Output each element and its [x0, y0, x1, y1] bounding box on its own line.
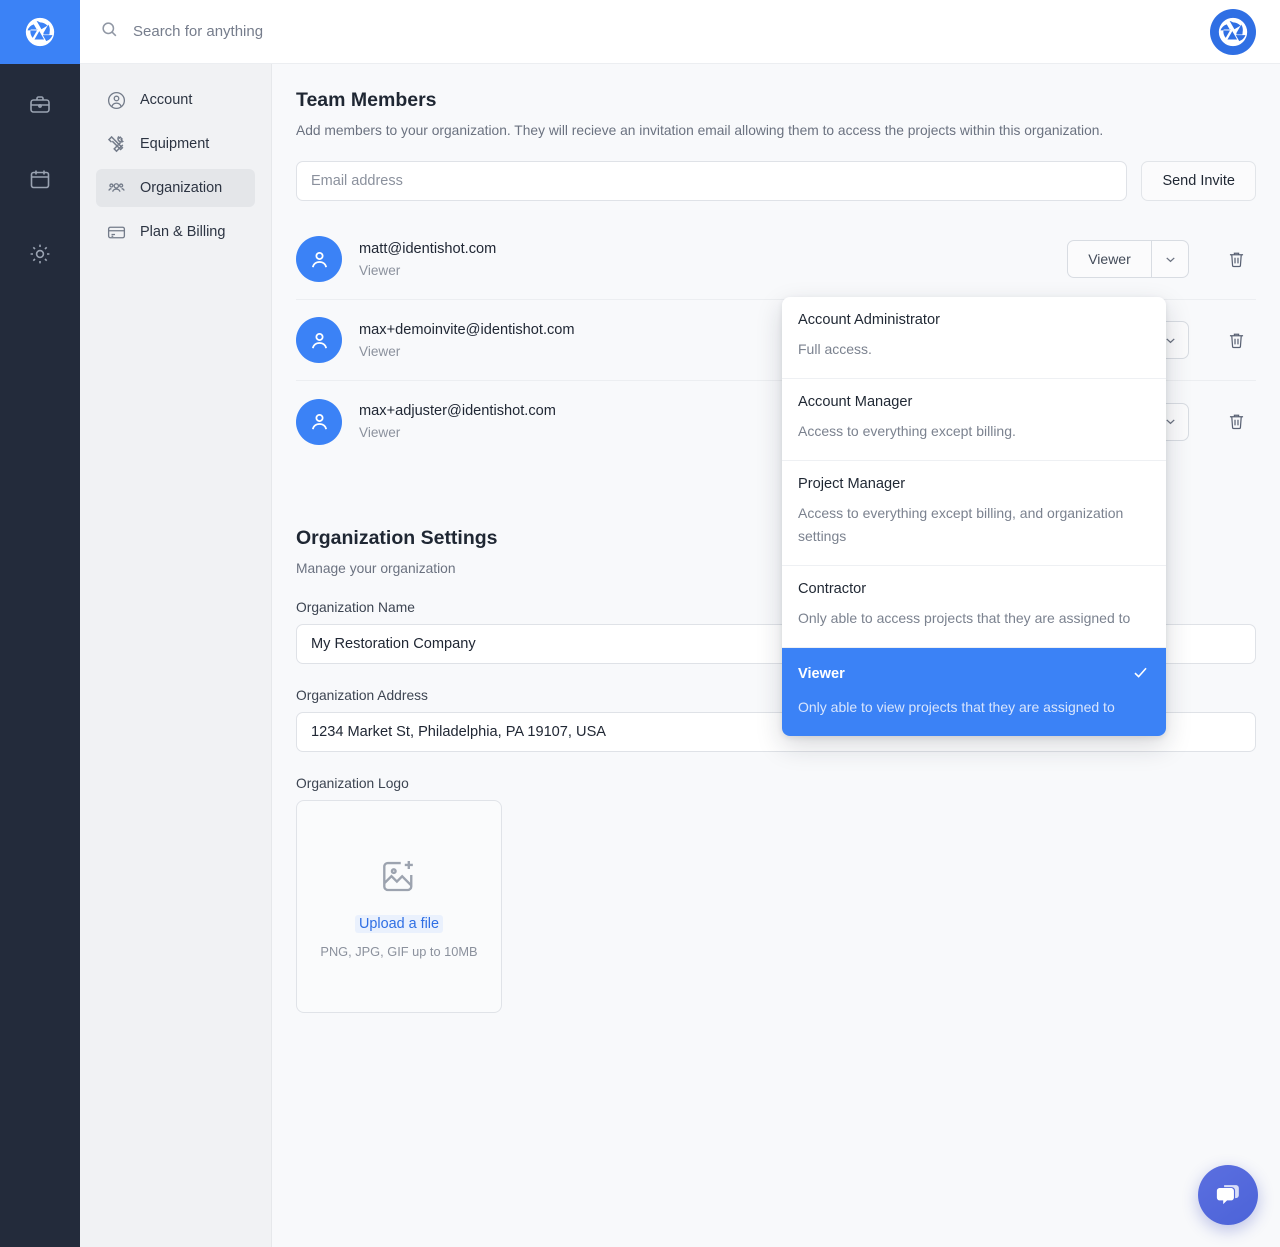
delete-member-button[interactable]: [1216, 402, 1256, 442]
trash-icon: [1229, 414, 1243, 430]
dropdown-option-header: Contractor: [798, 581, 1150, 597]
dropdown-option-viewer[interactable]: Viewer Only able to view projects that t…: [782, 647, 1166, 736]
send-invite-button[interactable]: Send Invite: [1141, 161, 1256, 201]
upload-hint: PNG, JPG, GIF up to 10MB: [320, 943, 478, 959]
dropdown-option-description: Only able to view projects that they are…: [798, 698, 1115, 715]
brand-logo[interactable]: [1210, 8, 1256, 55]
dropdown-option-header: Account Administrator: [798, 312, 1150, 328]
rail-icon-list: [0, 64, 80, 282]
sidebar-item-label: Organization: [140, 180, 223, 196]
dropdown-option-account-administrator[interactable]: Account Administrator Full access.: [782, 297, 1166, 379]
search-container[interactable]: [100, 20, 1210, 44]
credit-card-icon: [107, 226, 126, 238]
dropdown-option-account-manager[interactable]: Account Manager Access to everything exc…: [782, 379, 1166, 461]
gear-icon: [30, 244, 50, 264]
rail-item-projects[interactable]: [0, 76, 80, 132]
team-description: Add members to your organization. They w…: [296, 123, 1104, 138]
dropdown-option-project-manager[interactable]: Project Manager Access to everything exc…: [782, 461, 1166, 567]
app-logo[interactable]: [0, 0, 80, 64]
member-email: matt@identishot.com: [359, 240, 497, 257]
dropdown-option-label: Project Manager: [798, 475, 906, 492]
role-selector[interactable]: Viewer: [1067, 240, 1189, 278]
member-role: Viewer: [359, 262, 401, 278]
role-selector-label[interactable]: Viewer: [1068, 241, 1152, 277]
chat-widget-button[interactable]: [1198, 1165, 1258, 1225]
users-group-icon: [108, 182, 125, 192]
tools-icon: [107, 135, 124, 152]
dropdown-option-label: Contractor: [798, 581, 867, 598]
avatar: [296, 236, 342, 282]
email-field[interactable]: [296, 161, 1128, 201]
member-info: matt@identishot.com Viewer: [359, 241, 1067, 278]
calendar-icon: [30, 170, 50, 189]
avatar: [296, 317, 342, 363]
invite-row: Send Invite: [296, 161, 1256, 201]
sidebar-item-equipment[interactable]: Equipment: [96, 125, 255, 163]
sidebar-item-organization[interactable]: Organization: [96, 169, 255, 207]
top-bar: [80, 0, 1280, 64]
dropdown-option-description: Access to everything except billing.: [798, 422, 1016, 439]
org-logo-label: Organization Logo: [296, 776, 409, 791]
dropdown-option-description: Only able to access projects that they a…: [798, 610, 1131, 627]
delete-member-button[interactable]: [1216, 239, 1256, 279]
dropdown-option-description: Access to everything except billing, and…: [798, 504, 1124, 545]
table-row: matt@identishot.com Viewer Viewer: [296, 219, 1256, 300]
rail-item-settings[interactable]: [0, 226, 80, 282]
upload-file-link[interactable]: Upload a file: [355, 914, 443, 933]
logo-dropzone[interactable]: Upload a file PNG, JPG, GIF up to 10MB: [296, 800, 502, 1013]
dropdown-option-description: Full access.: [798, 341, 872, 357]
trash-icon: [1229, 252, 1243, 267]
user-icon: [311, 332, 327, 348]
image-plus-icon: [378, 855, 420, 902]
dropdown-option-label: Viewer: [798, 666, 845, 683]
dropdown-option-label: Account Administrator: [798, 312, 940, 328]
search-input[interactable]: [133, 23, 553, 40]
dropdown-option-header: Viewer: [798, 663, 1150, 686]
dropdown-option-header: Account Manager: [798, 394, 1150, 410]
left-rail: [0, 0, 80, 1247]
role-dropdown-menu[interactable]: Account Administrator Full access. Accou…: [782, 297, 1166, 736]
page-title: Team Members: [296, 89, 437, 111]
aperture-icon: [25, 17, 55, 47]
user-icon: [311, 413, 327, 430]
avatar: [296, 398, 342, 445]
dropdown-option-label: Account Manager: [798, 393, 913, 410]
sidebar-item-label: Account: [140, 92, 193, 108]
search-icon: [100, 20, 119, 44]
aperture-icon: [1218, 17, 1248, 46]
trash-icon: [1229, 333, 1243, 348]
sidebar-item-label: Equipment: [140, 136, 210, 152]
dropdown-option-header: Project Manager: [798, 476, 1150, 492]
rail-item-calendar[interactable]: [0, 151, 80, 207]
delete-member-button[interactable]: [1216, 320, 1256, 360]
sidebar-item-account[interactable]: Account: [96, 81, 255, 119]
dropdown-option-contractor[interactable]: Contractor Only able to access projects …: [782, 566, 1166, 648]
settings-sidebar: Account Equipment Organization Plan & Bi…: [80, 64, 272, 1247]
user-icon: [311, 251, 327, 267]
sidebar-item-plan-billing[interactable]: Plan & Billing: [96, 213, 255, 251]
briefcase-icon: [30, 96, 50, 113]
app-root: Account Equipment Organization: [0, 0, 1280, 1247]
sidebar-item-label: Plan & Billing: [140, 224, 226, 240]
org-logo-field: Organization Logo Upload a file PNG, JPG…: [296, 776, 1256, 1013]
check-icon: [1131, 663, 1150, 686]
chevron-down-icon[interactable]: [1152, 241, 1188, 277]
user-circle-icon: [107, 91, 126, 109]
chat-bubbles-icon: [1216, 1184, 1239, 1204]
